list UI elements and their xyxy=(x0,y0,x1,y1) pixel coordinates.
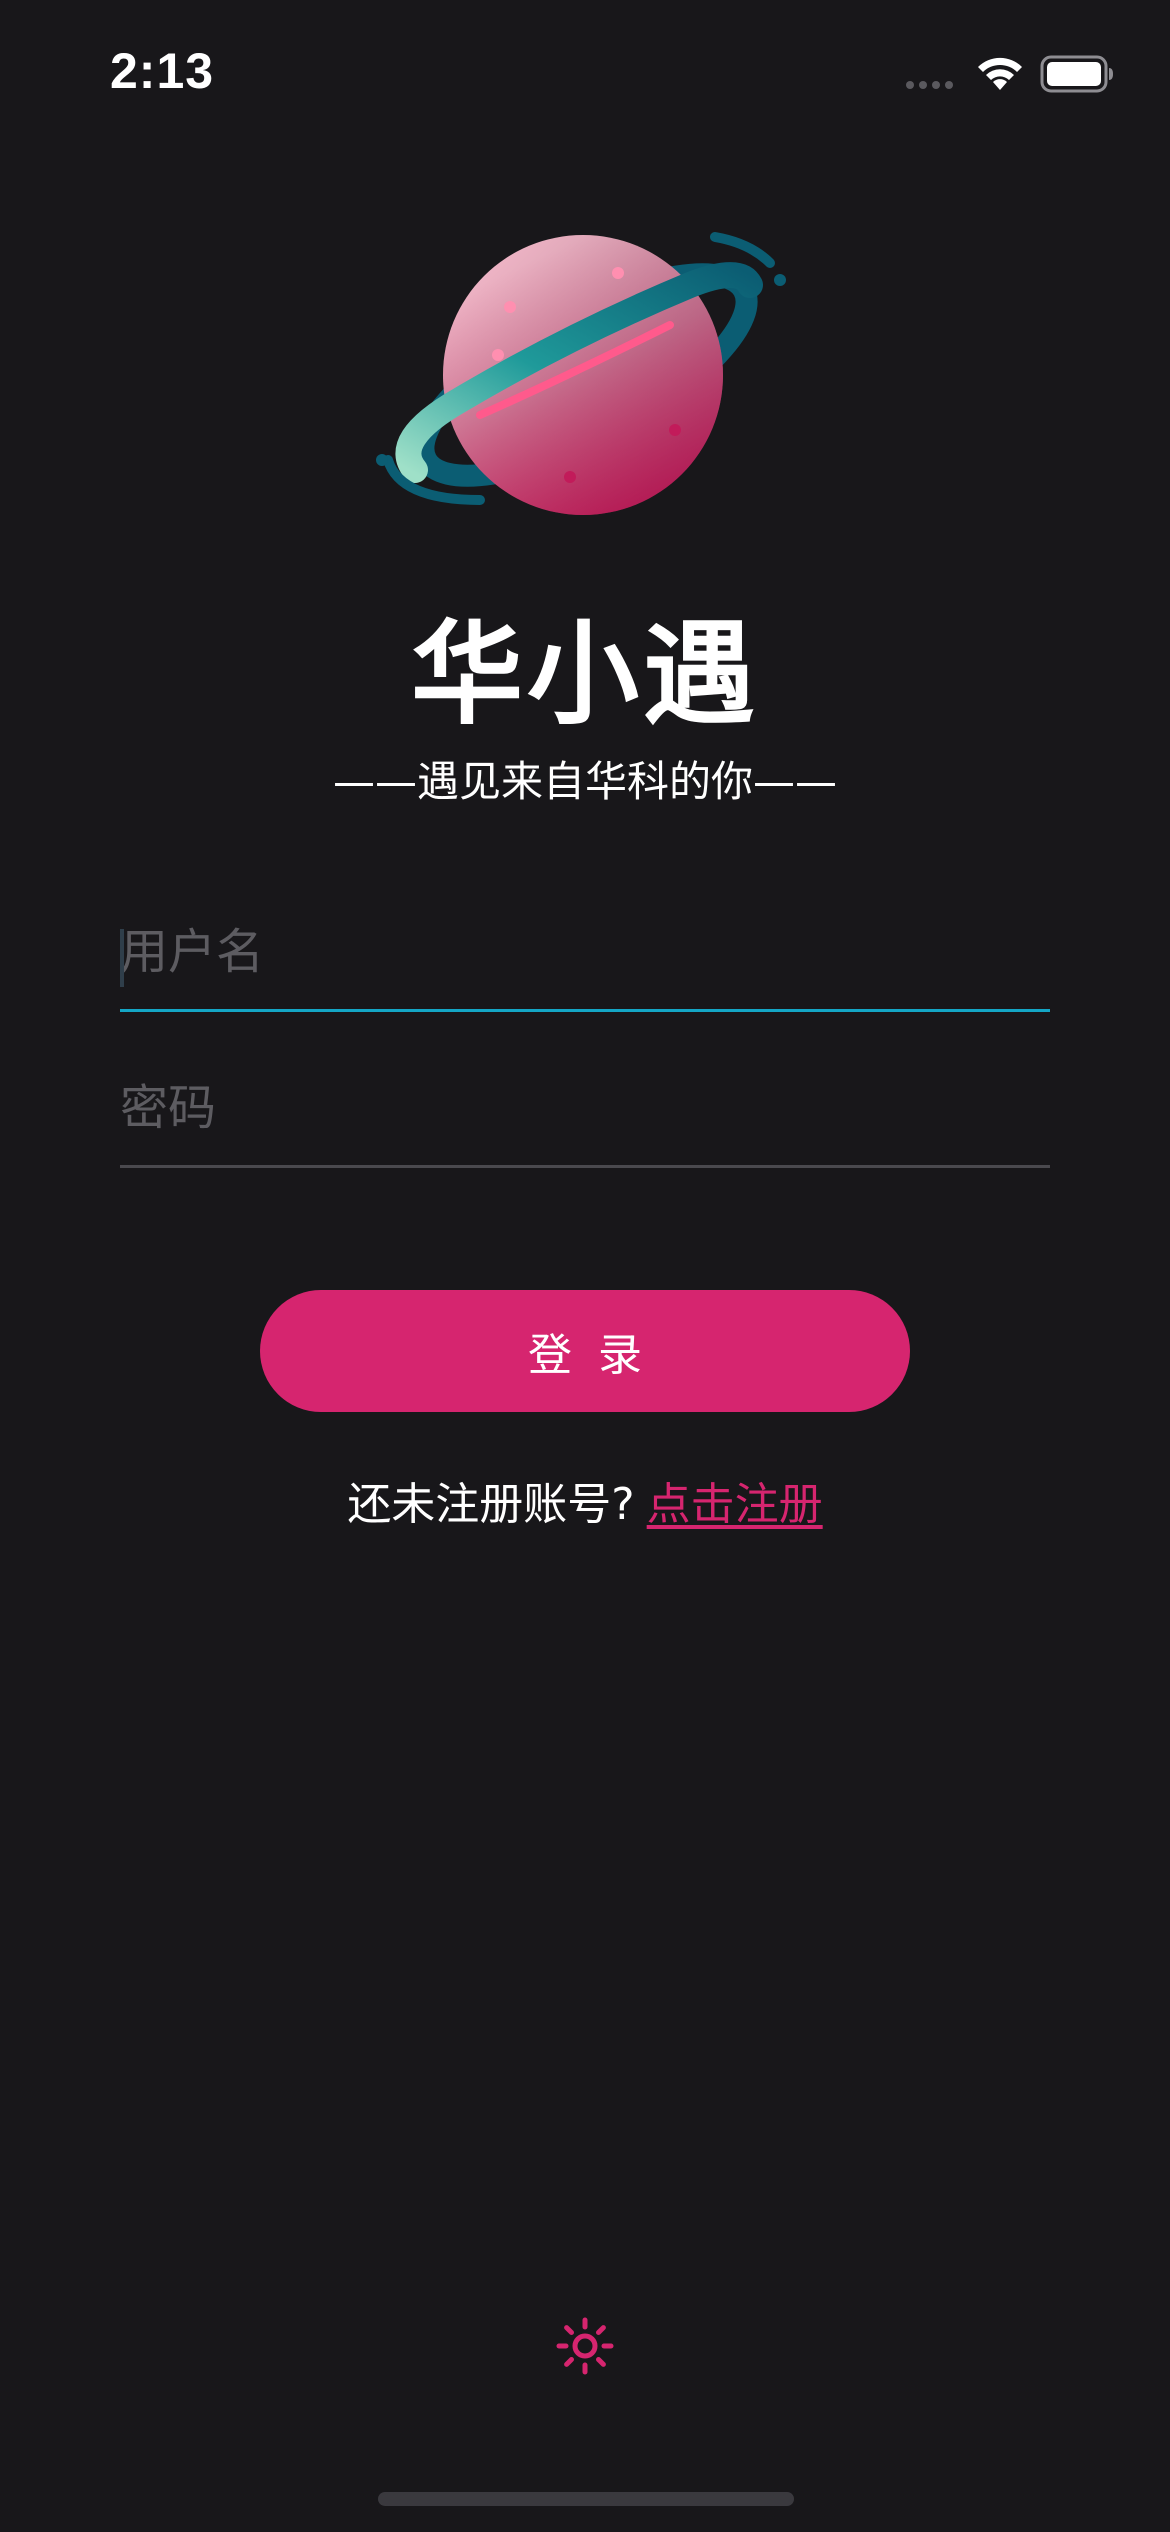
wifi-icon xyxy=(978,57,1022,90)
login-button[interactable]: 登录 xyxy=(260,1290,910,1412)
username-field-container xyxy=(120,902,1050,1012)
username-input[interactable] xyxy=(120,902,1050,1002)
text-cursor xyxy=(120,929,124,987)
password-field-container xyxy=(120,1058,1050,1168)
status-time: 2:13 xyxy=(110,43,215,99)
sun-icon[interactable] xyxy=(555,2316,615,2376)
username-underline xyxy=(120,1009,1050,1012)
cellular-signal-icon xyxy=(906,81,953,89)
register-prompt-text: 还未注册账号? xyxy=(347,1479,635,1530)
app-title: 华小遇 xyxy=(411,610,759,740)
planet-logo-icon xyxy=(376,232,786,515)
password-underline xyxy=(120,1165,1050,1168)
password-input[interactable] xyxy=(120,1058,1050,1158)
battery-icon xyxy=(1040,55,1113,93)
register-prompt: 还未注册账号? 点击注册 xyxy=(0,1475,1170,1535)
home-indicator[interactable] xyxy=(378,2492,794,2506)
register-link[interactable]: 点击注册 xyxy=(647,1479,823,1530)
app-slogan: ——遇见来自华科的你—— xyxy=(332,757,837,806)
